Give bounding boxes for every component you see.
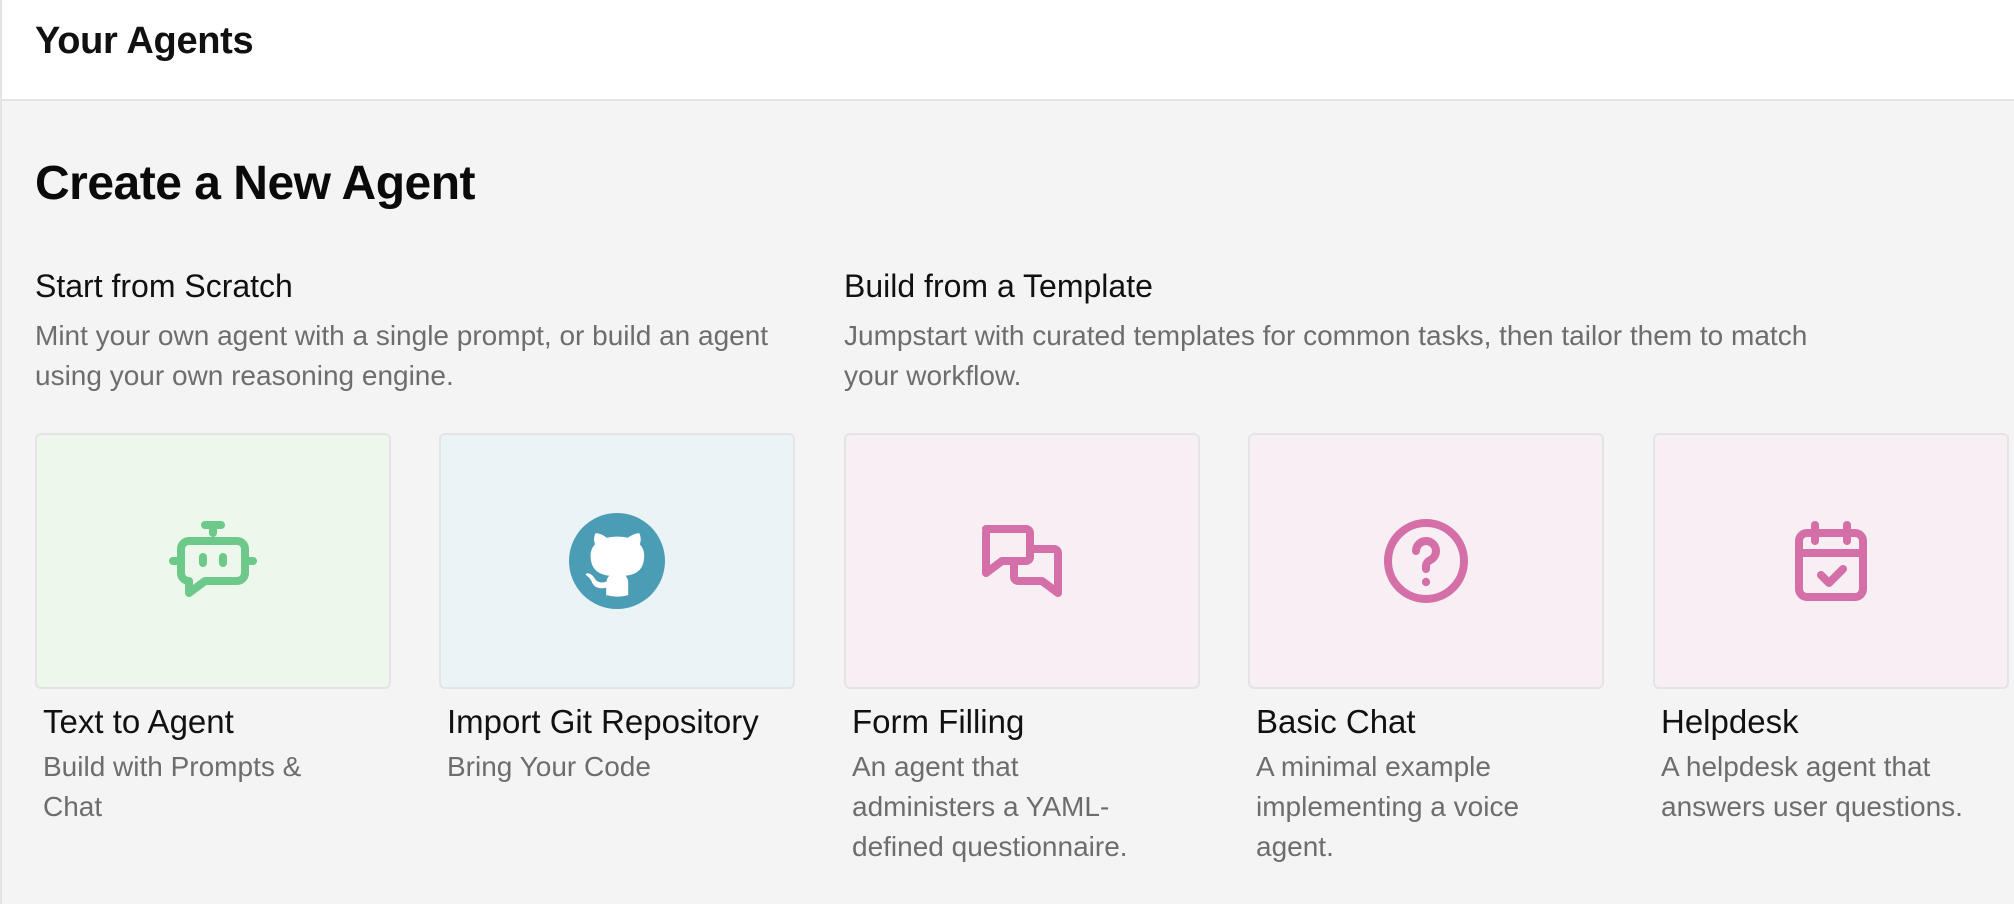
card-description: A minimal example implementing a voice a… bbox=[1256, 751, 1520, 862]
top-bar: Your Agents bbox=[0, 0, 2014, 101]
scratch-section: Start from Scratch Mint your own agent w… bbox=[35, 266, 795, 396]
template-heading: Build from a Template bbox=[844, 268, 1153, 304]
template-section: Build from a Template Jumpstart with cur… bbox=[844, 266, 1864, 396]
main-content: Create a New Agent Start from Scratch Mi… bbox=[0, 101, 2014, 904]
chat-bubbles-icon bbox=[982, 525, 1062, 597]
card-title: Text to Agent bbox=[43, 703, 234, 740]
calendar-check-icon bbox=[1795, 521, 1867, 601]
card-title: Import Git Repository bbox=[447, 703, 759, 740]
template-description: Jumpstart with curated templates for com… bbox=[844, 320, 1808, 391]
text-to-agent-tile[interactable] bbox=[35, 433, 391, 689]
card-title: Form Filling bbox=[852, 703, 1025, 740]
form-filling-tile[interactable] bbox=[844, 433, 1200, 689]
card-form-filling[interactable]: Form Filling An agent that administers a… bbox=[844, 433, 1200, 867]
card-import-git[interactable]: Import Git Repository Bring Your Code bbox=[439, 433, 795, 787]
scratch-heading: Start from Scratch bbox=[35, 268, 293, 304]
card-description: A helpdesk agent that answers user quest… bbox=[1661, 751, 1963, 822]
card-helpdesk[interactable]: Helpdesk A helpdesk agent that answers u… bbox=[1653, 433, 2009, 827]
scratch-description: Mint your own agent with a single prompt… bbox=[35, 320, 769, 391]
robot-chat-icon bbox=[169, 521, 257, 597]
page-title: Create a New Agent bbox=[35, 157, 476, 210]
question-circle-icon bbox=[1384, 519, 1468, 603]
card-text-to-agent[interactable]: Text to Agent Build with Prompts & Chat bbox=[35, 433, 391, 827]
card-description: Bring Your Code bbox=[447, 751, 651, 782]
page-header-title: Your Agents bbox=[35, 20, 254, 62]
basic-chat-tile[interactable] bbox=[1248, 433, 1604, 689]
github-icon bbox=[569, 513, 665, 609]
card-description: Build with Prompts & Chat bbox=[43, 751, 302, 822]
helpdesk-tile[interactable] bbox=[1653, 433, 2009, 689]
card-title: Helpdesk bbox=[1661, 703, 1799, 740]
card-title: Basic Chat bbox=[1256, 703, 1416, 740]
card-basic-chat[interactable]: Basic Chat A minimal example implementin… bbox=[1248, 433, 1604, 867]
card-description: An agent that administers a YAML-defined… bbox=[852, 751, 1128, 862]
import-git-tile[interactable] bbox=[439, 433, 795, 689]
